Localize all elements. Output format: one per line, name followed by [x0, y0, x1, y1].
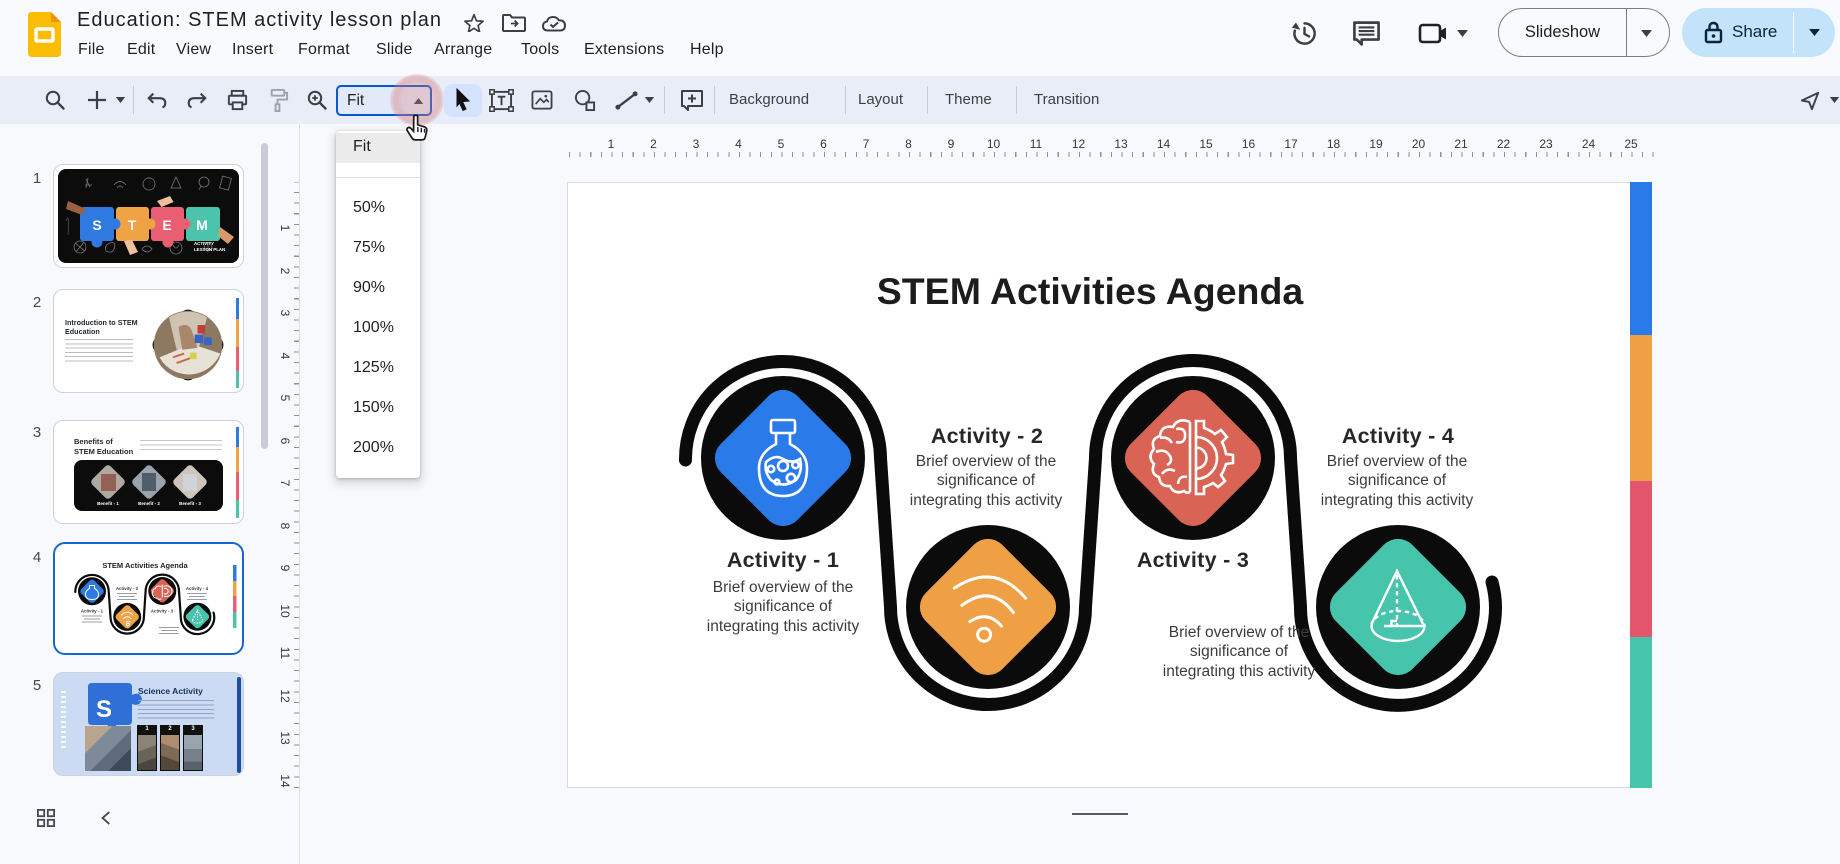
svg-text:Benefit - 3: Benefit - 3: [179, 501, 201, 506]
svg-text:Benefit - 1: Benefit - 1: [97, 501, 119, 506]
svg-text:Activity - 2: Activity - 2: [116, 586, 139, 591]
svg-text:Activity - 4: Activity - 4: [186, 586, 209, 591]
svg-text:S: S: [92, 217, 101, 233]
svg-text:Benefit - 2: Benefit - 2: [138, 501, 160, 506]
svg-text:T: T: [128, 217, 137, 233]
svg-text:E: E: [162, 217, 171, 233]
svg-text:Activity - 3: Activity - 3: [151, 609, 174, 614]
svg-text:ACTIVITY: ACTIVITY: [194, 241, 214, 246]
svg-text:STEM Activities Agenda: STEM Activities Agenda: [102, 561, 188, 570]
svg-text:S: S: [96, 696, 112, 723]
svg-text:Activity - 1: Activity - 1: [81, 609, 104, 614]
svg-text:LESSON PLAN: LESSON PLAN: [194, 247, 225, 252]
svg-text:M: M: [196, 217, 208, 233]
